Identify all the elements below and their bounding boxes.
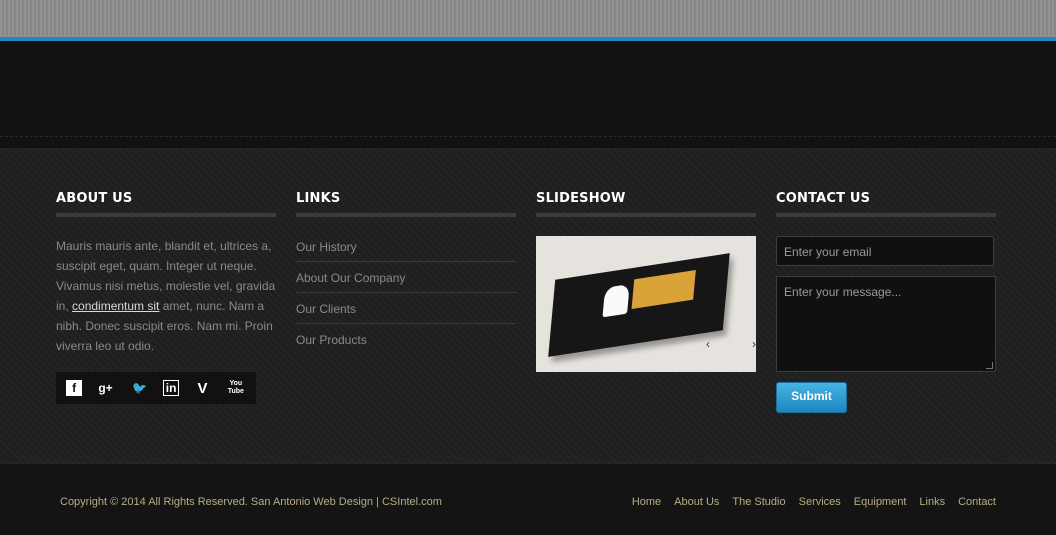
links-list: Our History About Our Company Our Client… [296, 231, 516, 354]
contact-column: CONTACT US Enter your email Enter your m… [776, 189, 996, 413]
about-heading: ABOUT US [56, 189, 276, 217]
links-heading: LINKS [296, 189, 516, 217]
section-divider [0, 137, 1056, 149]
slideshow-next-icon[interactable]: › [752, 337, 756, 351]
header-texture-band [0, 0, 1056, 37]
link-our-products[interactable]: Our Products [296, 324, 516, 354]
facebook-icon[interactable]: f [66, 380, 83, 396]
social-icons-bar: f g+ 🐦 in V You Tube [56, 372, 256, 404]
footer-nav: Home About Us The Studio Services Equipm… [632, 496, 996, 508]
slideshow-heading: SLIDESHOW [536, 189, 756, 217]
book-figure-graphic [602, 284, 630, 318]
link-our-history[interactable]: Our History [296, 231, 516, 262]
about-column: ABOUT US Mauris mauris ante, blandit et,… [56, 189, 276, 404]
submit-button[interactable]: Submit [776, 382, 847, 413]
resize-handle-icon[interactable] [986, 362, 993, 369]
footer-widgets: ABOUT US Mauris mauris ante, blandit et,… [0, 149, 1056, 463]
twitter-icon[interactable]: 🐦 [129, 377, 151, 399]
footer-nav-contact[interactable]: Contact [958, 496, 996, 508]
copyright-bar: Copyright © 2014 All Rights Reserved. Sa… [0, 463, 1056, 535]
slideshow-prev-icon[interactable]: ‹ [706, 337, 710, 351]
about-text: Mauris mauris ante, blandit et, ultrices… [56, 239, 276, 353]
contact-heading: CONTACT US [776, 189, 996, 217]
vimeo-icon[interactable]: V [191, 377, 213, 399]
book-title-label-graphic [631, 270, 696, 310]
about-link[interactable]: condimentum sit [72, 299, 159, 313]
slideshow-image[interactable] [536, 236, 756, 372]
linkedin-icon[interactable]: in [163, 380, 180, 396]
footer-nav-the-studio[interactable]: The Studio [732, 496, 785, 508]
footer-nav-home[interactable]: Home [632, 496, 661, 508]
copyright-text: Copyright © 2014 All Rights Reserved. Sa… [60, 496, 442, 508]
email-input[interactable]: Enter your email [776, 236, 994, 266]
footer-nav-services[interactable]: Services [799, 496, 841, 508]
footer-nav-about-us[interactable]: About Us [674, 496, 719, 508]
link-about-our-company[interactable]: About Our Company [296, 262, 516, 293]
slideshow-nav: ‹ › [706, 337, 756, 351]
message-input[interactable]: Enter your message... [776, 276, 996, 372]
book-cover-image [548, 253, 730, 357]
footer-nav-links[interactable]: Links [919, 496, 945, 508]
slideshow-column: SLIDESHOW ‹ › [536, 189, 756, 372]
header-dark-band [0, 41, 1056, 137]
youtube-icon[interactable]: You Tube [226, 377, 246, 399]
message-placeholder: Enter your message... [784, 285, 902, 299]
link-our-clients[interactable]: Our Clients [296, 293, 516, 324]
links-column: LINKS Our History About Our Company Our … [296, 189, 516, 354]
footer-nav-equipment[interactable]: Equipment [854, 496, 907, 508]
google-plus-icon[interactable]: g+ [94, 377, 116, 399]
